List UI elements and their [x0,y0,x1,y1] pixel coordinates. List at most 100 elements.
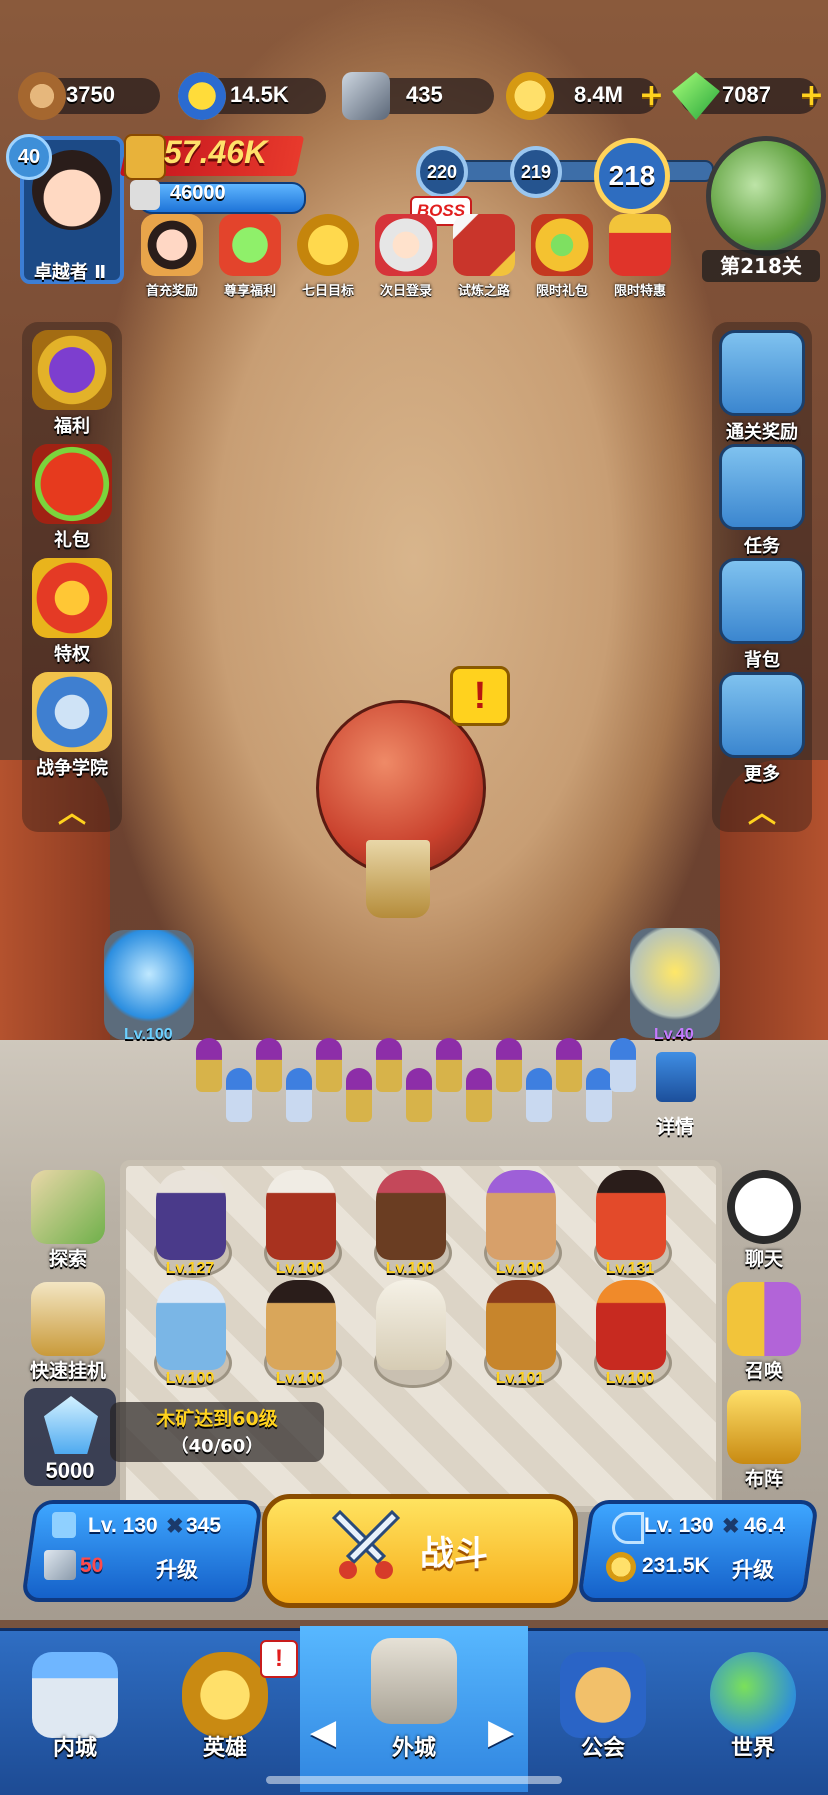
menu-war-academy[interactable]: 战争学院 [22,672,122,782]
menu-gift-pack[interactable]: 礼包 [22,444,122,554]
resource-gem[interactable]: 7087 + [672,72,824,120]
event-vip-welfare[interactable]: 尊享福利 [212,214,288,304]
soldier [436,1038,462,1092]
soldier [256,1038,282,1092]
menu-label: 更多 [744,764,780,785]
menu-privilege[interactable]: 特权 [22,558,122,668]
event-label: 尊享福利 [223,284,276,299]
menu-label: 任务 [744,536,780,557]
bow-icon [612,1512,644,1544]
event-seven-day[interactable]: 七日目标 [290,214,366,304]
quick-idle-label: 快速挂机 [29,1360,106,1382]
menu-more[interactable]: 更多 [712,672,812,785]
hero-slot[interactable] [156,1170,226,1260]
menu-quest[interactable]: 任务 [712,444,812,557]
menu-welfare[interactable]: 福利 [22,330,122,440]
summon-label: 召唤 [744,1360,783,1382]
bow-upgrade-label: 升级 [732,1559,774,1582]
castle-level: Lv. 130 [88,1514,158,1537]
right-tower-level: Lv.40 [654,1026,694,1043]
nav-right-arrow-icon[interactable]: ▶ [488,1712,514,1752]
castle-upgrade-cost: 50 [80,1554,104,1577]
menu-label: 通关奖励 [726,422,798,443]
menu-label: 背包 [744,650,780,671]
gold-coin-icon [606,1552,636,1582]
menu-label: 福利 [54,416,90,437]
nav-guild[interactable]: 公会 [528,1630,678,1792]
nav-world[interactable]: 世界 [678,1630,828,1792]
hero-slot[interactable] [376,1170,446,1260]
nav-inner-city[interactable]: 内城 [0,1630,150,1792]
hero-slot[interactable] [266,1280,336,1370]
chat-label: 聊天 [744,1248,783,1270]
summon-button[interactable]: 召唤 [714,1282,814,1383]
hero-slot[interactable] [486,1280,556,1370]
event-next-day-login[interactable]: 次日登录 [368,214,444,304]
event-trial-road[interactable]: 试炼之路 [446,214,522,304]
stage-map-globe-icon[interactable] [706,136,826,256]
camera-icon[interactable] [130,180,160,210]
soldier [316,1038,342,1092]
hero-level: Lv.100 [165,1370,215,1387]
castle-power: 345 [186,1514,222,1537]
hero-slot[interactable] [376,1280,446,1370]
chat-button[interactable]: 聊天 [714,1170,814,1271]
castle-upgrade-label: 升级 [156,1559,198,1582]
resource-star-coin[interactable]: 14.5K [178,72,326,120]
soldier [376,1038,402,1092]
nav-left-arrow-icon[interactable]: ◀ [310,1712,336,1752]
alert-bubble-icon[interactable]: ! [450,666,510,726]
right-defense-tower[interactable] [630,928,720,1038]
bow-power: 46.4 [744,1514,785,1537]
hero-slot[interactable] [596,1280,666,1370]
fist-icon [124,134,166,180]
current-stage-label: 第218关 [702,250,820,282]
menu-backpack[interactable]: 背包 [712,558,812,671]
home-indicator[interactable] [266,1776,562,1784]
nav-outer-city[interactable]: 外城 [339,1630,489,1792]
resource-gold[interactable]: 8.4M + [506,72,664,120]
stage-node[interactable]: 220 [416,146,468,198]
current-stage-node[interactable]: 218 [594,138,670,214]
quick-idle-button[interactable]: 快速挂机 [18,1282,118,1383]
add-gem-plus-icon[interactable]: + [799,81,824,111]
hero-slot[interactable] [156,1280,226,1370]
soldier [226,1068,252,1122]
nav-label: 英雄 [202,1736,247,1761]
left-tower-level: Lv.100 [124,1026,173,1043]
formation-label: 布阵 [744,1468,783,1490]
hero-slot[interactable] [486,1170,556,1260]
resource-iron[interactable]: 435 [342,72,494,120]
hero-level: Lv.100 [275,1370,325,1387]
player-power: 57.46K [164,134,268,170]
gift-icon [32,444,112,524]
hammer-icon [44,1550,76,1580]
nav-label: 内城 [52,1736,97,1761]
castle-tower-icon [52,1512,76,1538]
formation-button[interactable]: 布阵 [714,1390,814,1491]
fight-label: 战斗 [420,1534,488,1574]
add-gold-plus-icon[interactable]: + [639,81,664,111]
hero-alert-icon: ! [260,1640,298,1678]
explore-button[interactable]: 探索 [18,1170,118,1271]
inner-castle-icon [32,1652,118,1738]
hero-slot[interactable] [596,1170,666,1260]
event-limited-offer[interactable]: 限时特惠 [602,214,678,304]
soldier [526,1068,552,1122]
stage-node[interactable]: 219 [510,146,562,198]
resource-wood[interactable]: 3750 [18,72,160,120]
hero-slot[interactable] [266,1170,336,1260]
chat-bubble-icon [727,1170,801,1244]
menu-clear-reward[interactable]: 通关奖励 [712,330,812,443]
details-banner-icon[interactable] [656,1052,696,1102]
event-limited-pack[interactable]: 限时礼包 [524,214,600,304]
collapse-left-chevron-icon[interactable]: ︿ [52,799,92,827]
left-defense-tower[interactable] [104,930,194,1040]
hero-level: Lv.100 [385,1260,435,1277]
outer-castle-icon [371,1638,457,1724]
swords-icon: ✖ [722,1515,740,1538]
collapse-right-chevron-icon[interactable]: ︿ [742,799,782,827]
soldier [586,1068,612,1122]
iron-ore-icon [342,72,390,120]
event-first-recharge[interactable]: 首充奖励 [134,214,210,304]
